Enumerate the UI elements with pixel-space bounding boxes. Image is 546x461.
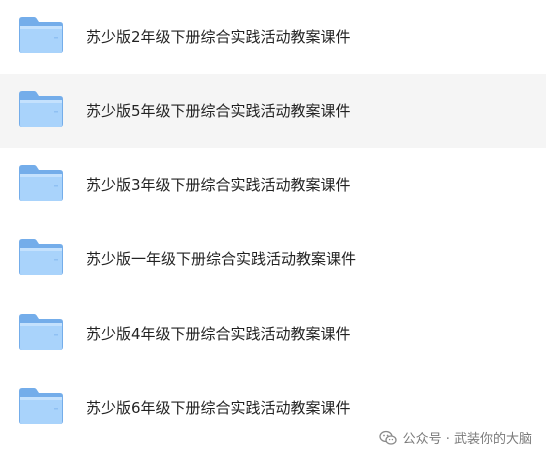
folder-icon [19, 239, 63, 275]
folder-icon [19, 91, 63, 127]
folder-list: 苏少版2年级下册综合实践活动教案课件 苏少版5年级下册综合实践活动教案课件 苏少… [0, 0, 546, 461]
folder-icon [19, 388, 63, 424]
folder-row-2[interactable]: 苏少版5年级下册综合实践活动教案课件 [0, 74, 546, 148]
watermark: 公众号 · 武装你的大脑 [378, 428, 532, 447]
folder-label: 苏少版一年级下册综合实践活动教案课件 [86, 250, 357, 268]
wechat-icon [378, 430, 397, 445]
watermark-text: 公众号 · 武装你的大脑 [402, 432, 532, 447]
folder-icon [19, 314, 63, 350]
folder-row-3[interactable]: 苏少版3年级下册综合实践活动教案课件 [0, 148, 546, 222]
folder-icon [19, 17, 63, 53]
folder-label: 苏少版6年级下册综合实践活动教案课件 [86, 399, 351, 417]
folder-label: 苏少版3年级下册综合实践活动教案课件 [86, 176, 351, 194]
folder-row-1[interactable]: 苏少版2年级下册综合实践活动教案课件 [0, 0, 546, 74]
folder-row-4[interactable]: 苏少版一年级下册综合实践活动教案课件 [0, 222, 546, 296]
folder-row-5[interactable]: 苏少版4年级下册综合实践活动教案课件 [0, 297, 546, 371]
folder-label: 苏少版4年级下册综合实践活动教案课件 [86, 325, 351, 343]
folder-label: 苏少版5年级下册综合实践活动教案课件 [86, 102, 351, 120]
folder-icon [19, 165, 63, 201]
folder-label: 苏少版2年级下册综合实践活动教案课件 [86, 28, 351, 46]
